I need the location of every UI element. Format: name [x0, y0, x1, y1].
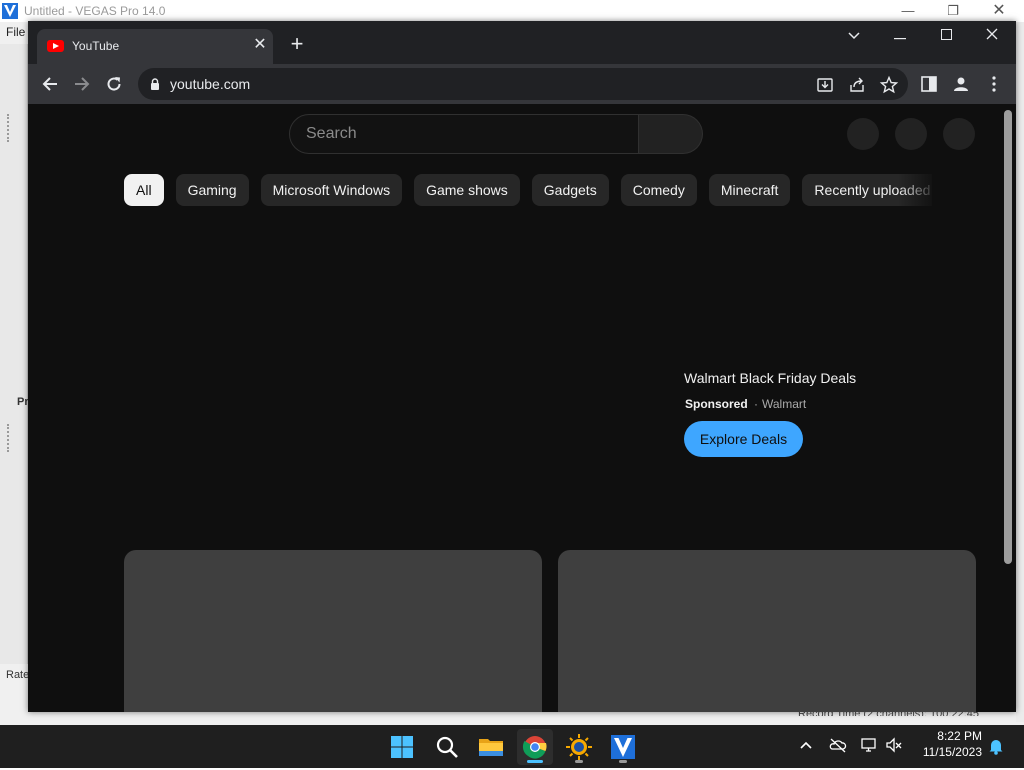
windows-logo-icon [391, 736, 413, 758]
vegas-panel-grip[interactable] [7, 424, 10, 452]
tab-youtube[interactable]: YouTube ✕ [37, 29, 273, 64]
chip-game-shows[interactable]: Game shows [414, 174, 520, 206]
chrome-window: YouTube ✕ + youtube.com Search All Gamin… [28, 21, 1016, 712]
chrome-minimize-button[interactable] [880, 25, 920, 45]
start-button[interactable] [384, 729, 420, 765]
search-icon [436, 736, 458, 758]
network-icon[interactable] [859, 735, 879, 755]
lock-icon[interactable] [150, 78, 160, 90]
chip-minecraft[interactable]: Minecraft [708, 174, 791, 206]
vegas-minimize-button[interactable]: — [893, 2, 923, 20]
more-menu-icon[interactable] [983, 73, 1005, 95]
chip-microsoft-windows[interactable]: Microsoft Windows [260, 174, 403, 206]
install-app-icon[interactable] [814, 74, 836, 96]
ad-sponsored-label: Sponsored [685, 397, 748, 411]
video-thumbnail-placeholder[interactable] [124, 550, 542, 712]
video-thumbnail-placeholder[interactable] [558, 550, 976, 712]
category-chips: All Gaming Microsoft Windows Game shows Gadg… [124, 174, 932, 208]
vegas-logo-icon [2, 3, 18, 19]
chip-all[interactable]: All [124, 174, 164, 206]
vegas-window-title: Untitled - VEGAS Pro 14.0 [24, 4, 166, 18]
browser-toolbar: youtube.com [28, 64, 1016, 104]
tab-close-icon[interactable]: ✕ [251, 36, 269, 54]
taskbar-clock-time[interactable]: 8:22 PM [936, 729, 982, 743]
ad-title[interactable]: Walmart Black Friday Deals [684, 370, 856, 386]
address-bar[interactable]: youtube.com [138, 68, 908, 100]
reload-icon[interactable] [101, 72, 127, 96]
explore-deals-button[interactable]: Explore Deals [684, 421, 803, 457]
vegas-close-button[interactable]: ✕ [984, 2, 1014, 20]
chips-fade [898, 174, 938, 208]
side-panel-icon[interactable] [918, 73, 940, 95]
search-input[interactable] [306, 123, 626, 145]
search-button[interactable] [639, 114, 703, 154]
notification-bell-icon[interactable] [986, 736, 1006, 756]
bookmark-star-icon[interactable] [878, 74, 900, 96]
notifications-button[interactable] [943, 118, 975, 150]
chrome-active-indicator [527, 760, 543, 763]
taskbar-clock-date[interactable]: 11/15/2023 [916, 745, 982, 759]
ad-advertiser: Walmart [762, 397, 807, 411]
chrome-maximize-button[interactable] [926, 25, 966, 45]
file-explorer-button[interactable] [473, 729, 509, 765]
onedrive-offline-icon[interactable] [828, 735, 848, 755]
scrollbar-thumb[interactable] [1004, 110, 1012, 564]
youtube-page: All Gaming Microsoft Windows Game shows Gadg… [28, 104, 1016, 712]
chrome-close-button[interactable] [972, 25, 1012, 45]
ad-separator: · [754, 397, 758, 411]
new-tab-button[interactable]: + [286, 33, 308, 56]
create-button[interactable] [895, 118, 927, 150]
folder-icon [479, 739, 503, 756]
vegas-restore-button[interactable]: ❐ [938, 2, 968, 20]
back-arrow-icon[interactable] [37, 72, 63, 96]
tab-strip: YouTube ✕ + [28, 21, 1016, 64]
vegas-rate-label: Rate [6, 669, 30, 681]
show-hidden-icons-chevron-icon[interactable] [796, 735, 816, 755]
app-running-indicator [575, 760, 583, 763]
taskbar-search-button[interactable] [429, 729, 465, 765]
chip-comedy[interactable]: Comedy [620, 174, 697, 206]
windows-taskbar: 8:22 PM 11/15/2023 [0, 725, 1024, 768]
chip-gadgets[interactable]: Gadgets [531, 174, 609, 206]
share-icon[interactable] [846, 74, 868, 96]
youtube-favicon-icon [47, 40, 64, 52]
search-box[interactable] [289, 114, 639, 154]
vegas-running-indicator [619, 760, 627, 763]
tab-search-chevron-icon[interactable] [834, 25, 874, 45]
profile-avatar-icon[interactable] [950, 73, 972, 95]
vegas-titlebar: Untitled - VEGAS Pro 14.0 — ❐ ✕ [0, 0, 1024, 22]
vegas-panel-grip[interactable] [7, 114, 10, 142]
tab-title: YouTube [72, 39, 120, 53]
forward-arrow-icon[interactable] [69, 72, 95, 96]
chip-gaming[interactable]: Gaming [175, 174, 249, 206]
vegas-left-panel [0, 44, 28, 664]
vegas-menu-file[interactable]: File [6, 25, 25, 39]
vegas-right-panel [1016, 22, 1024, 722]
vegas-pane-label: Pr [17, 396, 29, 408]
volume-muted-icon[interactable] [884, 735, 904, 755]
voice-search-button[interactable] [847, 118, 879, 150]
url-text[interactable]: youtube.com [170, 76, 250, 92]
